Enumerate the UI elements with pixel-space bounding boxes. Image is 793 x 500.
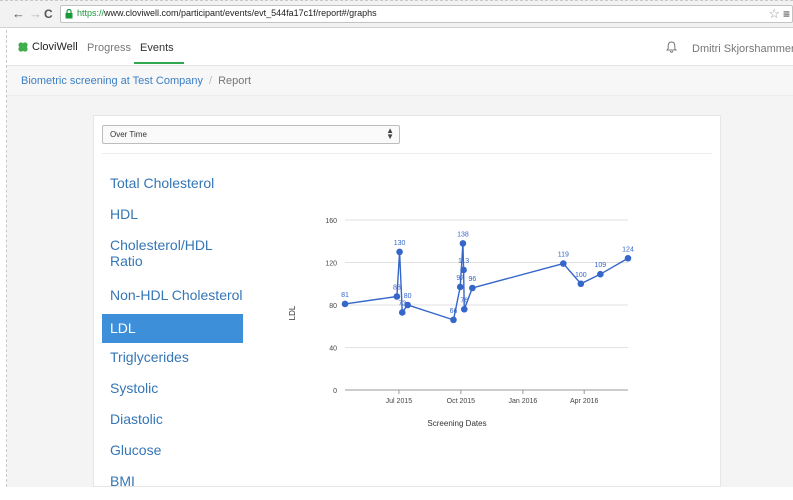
data-point <box>597 270 604 278</box>
data-label: 96 <box>468 276 476 283</box>
clover-icon <box>18 42 28 52</box>
url-path: /participant/events/evt_544fa17c1f/repor… <box>178 8 377 18</box>
data-point <box>577 280 585 288</box>
data-label: 124 <box>622 246 634 253</box>
data-label: 100 <box>575 272 587 279</box>
metric-systolic[interactable]: Systolic <box>102 376 243 407</box>
x-axis-label: Screening Dates <box>427 419 486 428</box>
data-point <box>450 316 457 324</box>
back-icon[interactable]: ← <box>12 7 25 21</box>
data-point <box>459 240 467 247</box>
data-point <box>398 309 406 316</box>
x-tick-label: Oct 2015 <box>447 398 476 405</box>
metric-label-line2: Ratio <box>110 253 143 269</box>
data-label: 73 <box>398 300 406 307</box>
url-text: https://www.cloviwell.com/participant/ev… <box>77 8 377 18</box>
y-tick-label: 120 <box>325 261 337 268</box>
data-label: 130 <box>394 240 406 247</box>
data-label: 66 <box>450 308 458 315</box>
breadcrumb-current: Report <box>218 75 252 87</box>
nav-events-link[interactable]: Events <box>140 42 174 54</box>
x-tick-label: Jan 2016 <box>508 398 537 405</box>
y-tick-label: 0 <box>333 388 337 395</box>
data-point <box>393 293 401 300</box>
breadcrumb: Biometric screening at Test Company / Repo… <box>7 66 793 96</box>
reload-icon[interactable]: C <box>44 7 53 21</box>
data-label: 97 <box>456 275 464 282</box>
data-label: 80 <box>404 293 412 300</box>
url-scheme: https:// <box>77 8 105 18</box>
y-tick-label: 40 <box>329 346 337 353</box>
address-bar[interactable]: https://www.cloviwell.com/participant/ev… <box>60 5 793 23</box>
metric-non-hdl-cholesterol[interactable]: Non-HDL Cholesterol <box>102 283 243 314</box>
data-label: 119 <box>558 252 569 259</box>
data-point <box>341 300 349 308</box>
panel-divider <box>102 153 712 154</box>
metric-diastolic[interactable]: Diastolic <box>102 407 243 438</box>
view-select[interactable]: Over Time ▲ ▼ <box>102 125 400 144</box>
metric-bmi[interactable]: BMI <box>102 469 243 500</box>
y-tick-label: 80 <box>329 303 337 310</box>
breadcrumb-event-link[interactable]: Biometric screening at Test Company <box>21 75 203 87</box>
data-label: 88 <box>393 285 401 292</box>
metric-list: Total Cholesterol HDL Cholesterol/HDL Ra… <box>102 171 243 500</box>
data-point <box>460 266 467 274</box>
data-label: 109 <box>595 262 607 269</box>
top-navbar: CloviWell Progress Events Dmitri Skjorsh… <box>7 28 793 66</box>
y-tick-label: 160 <box>325 218 337 225</box>
bell-icon[interactable] <box>666 41 677 53</box>
select-arrows-icon: ▲ ▼ <box>386 126 394 141</box>
browser-menu-icon[interactable]: ≡ <box>783 7 790 21</box>
series-line <box>344 243 629 321</box>
active-nav-indicator <box>134 62 184 64</box>
lock-icon <box>65 9 73 19</box>
data-point <box>456 283 464 291</box>
data-point <box>469 284 476 292</box>
bookmark-star-icon[interactable]: ☆ <box>768 6 780 22</box>
view-select-value: Over Time <box>110 130 147 139</box>
metric-hdl[interactable]: HDL <box>102 202 243 233</box>
metric-cholesterol-hdl-ratio[interactable]: Cholesterol/HDL Ratio <box>102 233 243 283</box>
user-menu[interactable]: Dmitri Skjorshammer ▾ <box>692 42 793 55</box>
data-label: 138 <box>457 231 469 238</box>
nav-progress-link[interactable]: Progress <box>87 42 131 54</box>
metric-label-line1: Cholesterol/HDL <box>110 237 213 253</box>
x-tick-label: Apr 2016 <box>570 398 599 405</box>
data-label: 81 <box>341 292 349 299</box>
data-point <box>624 254 632 262</box>
data-point <box>396 248 403 256</box>
brand-name: CloviWell <box>32 41 78 53</box>
x-tick-label: Jul 2015 <box>386 398 413 405</box>
metric-ldl[interactable]: LDL <box>102 314 243 343</box>
url-host: www.cloviwell.com <box>104 8 179 18</box>
forward-icon[interactable]: → <box>29 7 42 21</box>
data-label: 113 <box>458 258 469 265</box>
browser-toolbar: ← → C https://www.cloviwell.com/particip… <box>0 0 793 28</box>
data-point <box>460 305 468 313</box>
y-axis-label: LDL <box>288 305 297 320</box>
metric-triglycerides[interactable]: Triglycerides <box>102 345 243 376</box>
data-point <box>560 260 567 267</box>
metric-glucose[interactable]: Glucose <box>102 438 243 469</box>
data-label: 76 <box>460 297 468 304</box>
brand-logo[interactable]: CloviWell <box>17 41 78 53</box>
metric-total-cholesterol[interactable]: Total Cholesterol <box>102 171 243 202</box>
chart-svg: LDL Screening Dates 0 40 80 120 160 Jul 2015 O… <box>288 218 634 428</box>
breadcrumb-separator: / <box>209 75 213 87</box>
ldl-chart: LDL Screening Dates 0 40 80 120 160 Jul 2015 O… <box>283 205 643 445</box>
